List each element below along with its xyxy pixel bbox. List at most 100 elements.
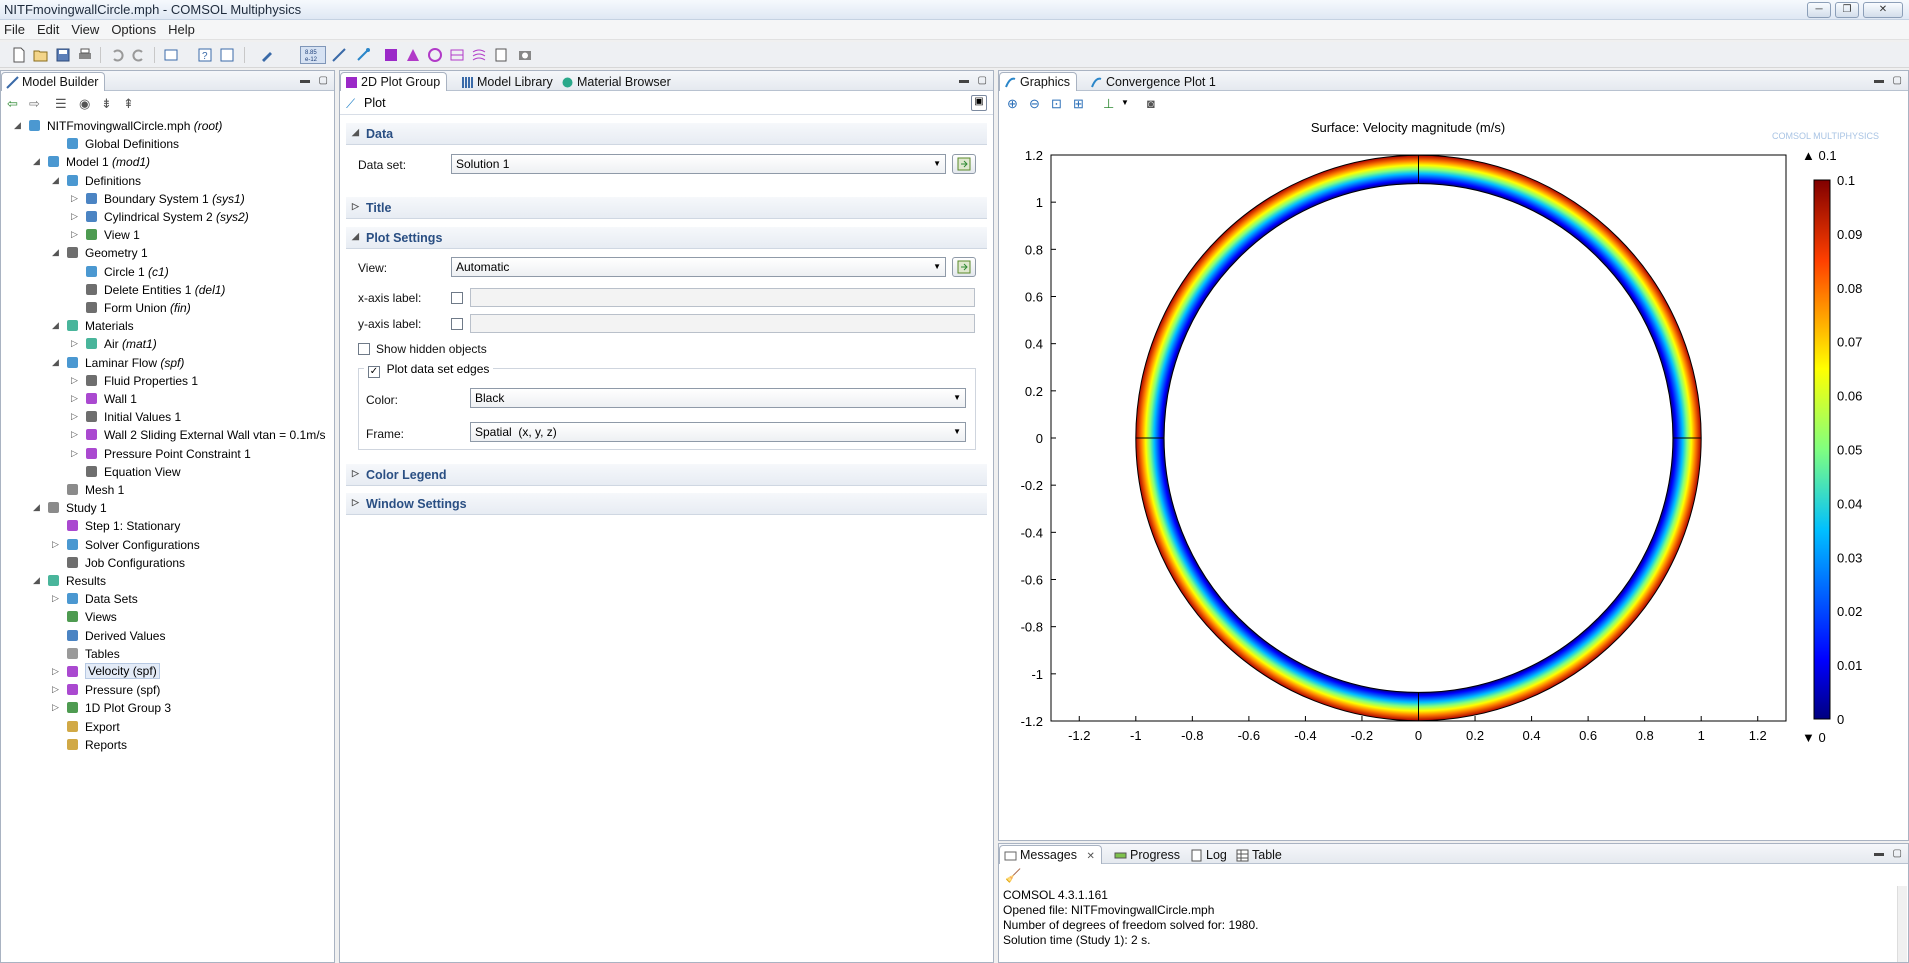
plot-3d-icon[interactable] <box>404 46 422 64</box>
tab-log[interactable]: Log <box>1185 845 1234 864</box>
expand-arrow-icon[interactable]: ▷ <box>52 685 61 694</box>
tree-item[interactable]: ◢ Materials <box>1 317 334 335</box>
data-set-select[interactable]: Solution 1 ▼ <box>451 154 946 174</box>
expand-arrow-icon[interactable]: ▷ <box>52 703 61 712</box>
plot-data-set-edges-checkbox[interactable]: ✓ <box>368 366 380 378</box>
section-window-settings[interactable]: ▷ Window Settings <box>346 493 987 515</box>
section-color-legend[interactable]: ▷ Color Legend <box>346 464 987 486</box>
numeric-icon[interactable]: 8.85 e-12 <box>300 46 326 64</box>
tab-graphics[interactable]: Graphics <box>999 72 1078 91</box>
restore-button[interactable]: ❐ <box>1835 2 1859 18</box>
tree-item[interactable]: Mesh 1 <box>1 481 334 499</box>
goto-source-button[interactable] <box>952 154 976 174</box>
tree-item[interactable]: ▷ View 1 <box>1 226 334 244</box>
collapse-arrow-icon[interactable]: ◢ <box>52 357 61 367</box>
expand-arrow-icon[interactable]: ▷ <box>71 230 80 239</box>
expand-arrow-icon[interactable]: ▷ <box>71 375 80 385</box>
expand-arrow-icon[interactable]: ▷ <box>71 193 80 203</box>
tree-item[interactable]: ◢ Laminar Flow (spf) <box>1 354 334 372</box>
component-icon[interactable] <box>354 46 372 64</box>
chevron-down-icon[interactable]: ▼ <box>1121 98 1129 107</box>
menu-options[interactable]: Options <box>109 20 164 39</box>
tab-messages[interactable]: Messages ✕ <box>999 845 1102 864</box>
tree-item[interactable]: ▷ Data Sets <box>1 590 334 608</box>
goto-view-button[interactable] <box>952 257 976 277</box>
expand-arrow-icon[interactable]: ▷ <box>52 539 61 549</box>
tree-item[interactable]: ▷ Wall 2 Sliding External Wall vtan = 0.1… <box>1 426 334 444</box>
tab-model-builder[interactable]: Model Builder <box>1 72 106 91</box>
tree-item[interactable]: Form Union (fin) <box>1 299 334 317</box>
print-icon[interactable] <box>76 46 94 64</box>
tree-item[interactable]: ▷ Fluid Properties 1 <box>1 372 334 390</box>
tab-material-browser[interactable]: Material Browser <box>556 72 678 91</box>
expand-arrow-icon[interactable]: ▷ <box>71 212 80 221</box>
view-select[interactable]: Automatic ▼ <box>451 257 946 277</box>
maximize-panel-icon[interactable]: ▢ <box>319 75 328 86</box>
y-axis-label-input[interactable] <box>470 314 975 333</box>
build-icon[interactable] <box>258 46 276 64</box>
compact-history-icon[interactable] <box>162 46 180 64</box>
undo-icon[interactable] <box>108 46 126 64</box>
slice-icon[interactable] <box>448 46 466 64</box>
back-arrow-icon[interactable]: ⇦ <box>7 96 18 112</box>
expand-arrow-icon[interactable]: ▷ <box>52 667 61 676</box>
tree-item[interactable]: ▷ Velocity (spf) <box>1 663 334 681</box>
new-file-icon[interactable] <box>10 46 28 64</box>
x-axis-label-input[interactable] <box>470 288 975 307</box>
collapse-arrow-icon[interactable]: ◢ <box>14 121 23 130</box>
tree-item[interactable]: ▷ Wall 1 <box>1 390 334 408</box>
tab-2d-plot-group[interactable]: 2D Plot Group <box>340 72 448 91</box>
expand-arrow-icon[interactable]: ▷ <box>71 394 80 403</box>
menu-help[interactable]: Help <box>166 20 203 39</box>
menu-edit[interactable]: Edit <box>35 20 67 39</box>
frame-select[interactable]: Spatial (x, y, z) ▼ <box>470 422 966 442</box>
expand-arrow-icon[interactable]: ▷ <box>71 448 80 458</box>
tree-item[interactable]: ◢ Study 1 <box>1 499 334 517</box>
collapse-arrow-icon[interactable]: ◢ <box>52 248 61 257</box>
messages-scrollbar[interactable] <box>1897 886 1907 962</box>
expand-arrow-icon[interactable]: ▷ <box>52 594 61 603</box>
tree-item[interactable]: Derived Values <box>1 627 334 645</box>
tree-item[interactable]: ▷ Solver Configurations <box>1 536 334 554</box>
tree-item[interactable]: ▷ Initial Values 1 <box>1 408 334 426</box>
tree-item[interactable]: Equation View <box>1 463 334 481</box>
tab-progress[interactable]: Progress <box>1109 845 1187 864</box>
collapse-arrow-icon[interactable]: ◢ <box>33 503 42 512</box>
section-title[interactable]: ▷ Title <box>346 197 987 219</box>
tab-model-library[interactable]: Model Library <box>456 72 560 91</box>
collapse-arrow-icon[interactable]: ◢ <box>52 175 61 185</box>
plot-button[interactable]: ▣ <box>971 95 987 111</box>
maximize-panel-icon[interactable]: ▢ <box>1893 848 1902 859</box>
measure-icon[interactable] <box>330 46 348 64</box>
collapse-arrow-icon[interactable]: ◢ <box>52 321 61 330</box>
axes-icon[interactable]: ⊥ <box>1103 96 1114 112</box>
zoom-in-icon[interactable]: ⊕ <box>1007 96 1018 112</box>
x-axis-label-checkbox[interactable] <box>451 292 463 304</box>
tree-item[interactable]: Step 1: Stationary <box>1 517 334 535</box>
expand-icon[interactable]: ⇟ <box>101 96 112 112</box>
snapshot-icon[interactable] <box>516 46 534 64</box>
tree-item[interactable]: ◢ Definitions <box>1 172 334 190</box>
forward-arrow-icon[interactable]: ⇨ <box>29 96 40 112</box>
collapse-icon[interactable]: ⇞ <box>123 96 134 112</box>
tab-convergence-plot[interactable]: Convergence Plot 1 <box>1085 72 1223 91</box>
tree-item[interactable]: ▷ Pressure Point Constraint 1 <box>1 445 334 463</box>
section-plot-settings[interactable]: ◢ Plot Settings <box>346 227 987 249</box>
save-icon[interactable] <box>54 46 72 64</box>
expand-arrow-icon[interactable]: ▷ <box>71 339 80 348</box>
tree-item[interactable]: ▷ Cylindrical System 2 (sys2) <box>1 208 334 226</box>
polar-plot-icon[interactable] <box>426 46 444 64</box>
minimize-panel-icon[interactable]: ▬ <box>959 75 969 86</box>
zoom-box-icon[interactable]: ⊡ <box>1051 96 1062 112</box>
close-button[interactable]: ✕ <box>1863 2 1903 18</box>
tree-item[interactable]: ◢ NITFmovingwallCircle.mph (root) <box>1 117 334 135</box>
model-library-icon[interactable] <box>218 46 236 64</box>
section-data[interactable]: ◢ Data <box>346 123 987 145</box>
tree-item[interactable]: ▷ 1D Plot Group 3 <box>1 699 334 717</box>
minimize-panel-icon[interactable]: ▬ <box>300 75 310 86</box>
help-icon[interactable]: ? <box>196 46 214 64</box>
open-file-icon[interactable] <box>32 46 50 64</box>
minimize-panel-icon[interactable]: ▬ <box>1874 848 1884 859</box>
close-tab-icon[interactable]: ✕ <box>1086 851 1094 862</box>
show-icon[interactable]: ☰ <box>55 96 67 112</box>
